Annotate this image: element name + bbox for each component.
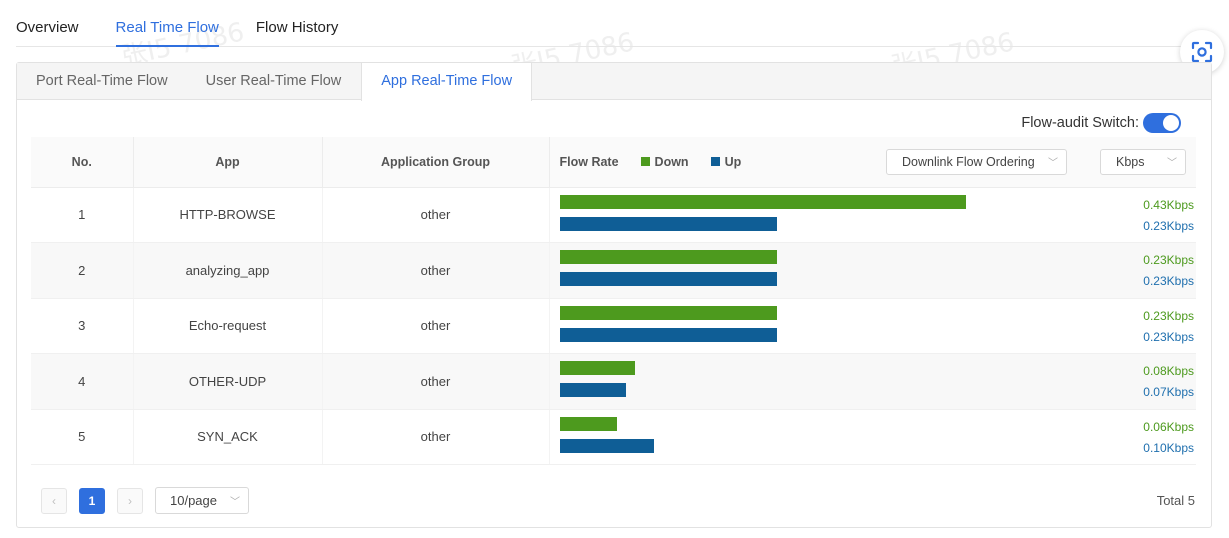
tab-overview[interactable]: Overview — [16, 19, 79, 46]
main-tabs: Overview Real Time Flow Flow History — [16, 0, 1200, 47]
flow-audit-label: Flow-audit Switch: — [1021, 115, 1139, 131]
col-rate-header: Flow Rate Down Up Downlink Flow Ordering — [549, 137, 1196, 188]
down-rate-value: 0.43Kbps — [1143, 197, 1194, 212]
row-app: Echo-request — [133, 298, 323, 354]
row-no: 2 — [31, 242, 134, 299]
ordering-select-value: Downlink Flow Ordering — [902, 154, 1035, 169]
row-group: other — [322, 242, 550, 299]
row-app: analyzing_app — [133, 242, 323, 299]
down-rate-value: 0.08Kbps — [1143, 364, 1194, 378]
tab-flow-history[interactable]: Flow History — [256, 19, 339, 46]
row-flow-rate: 0.06Kbps 0.10Kbps — [549, 409, 1196, 465]
up-rate-value: 0.07Kbps — [1143, 385, 1194, 399]
legend-down-swatch — [640, 157, 650, 167]
legend-down-label: Down — [654, 154, 689, 169]
up-rate-value: 0.23Kbps — [1143, 274, 1194, 288]
tab-real-time-flow[interactable]: Real Time Flow — [115, 19, 220, 47]
table-row: 4 OTHER-UDP other 0.08Kbps 0.07Kbps — [31, 353, 1196, 410]
down-bar — [559, 194, 966, 209]
up-bar — [559, 383, 626, 397]
table-row: 5 SYN_ACK other 0.06Kbps 0.10Kbps — [31, 409, 1196, 465]
total-count: Total 5 — [1156, 493, 1195, 508]
down-bar — [559, 416, 617, 431]
row-app: SYN_ACK — [133, 409, 323, 465]
down-rate-value: 0.23Kbps — [1143, 253, 1194, 267]
ordering-select[interactable]: Downlink Flow Ordering ﹀ — [886, 148, 1067, 175]
page-1-button[interactable]: 1 — [79, 487, 105, 514]
row-group: other — [322, 409, 550, 465]
row-group: other — [322, 353, 550, 410]
col-no-header: No. — [31, 137, 134, 188]
tab-app-real-time-flow[interactable]: App Real-Time Flow — [361, 63, 533, 101]
row-flow-rate: 0.23Kbps 0.23Kbps — [549, 298, 1196, 354]
app-flow-table: No. App Application Group Flow Rate Down… — [31, 137, 1196, 465]
row-flow-rate: 0.43Kbps 0.23Kbps — [549, 187, 1196, 243]
chevron-down-icon: ﹀ — [1048, 158, 1058, 170]
legend-up-swatch — [710, 157, 720, 167]
row-no: 5 — [31, 409, 134, 465]
legend-down: Down — [640, 154, 689, 169]
flow-audit-toggle[interactable] — [1143, 113, 1181, 133]
up-bar — [559, 272, 777, 286]
table-row: 3 Echo-request other 0.23Kbps 0.23Kbps — [31, 298, 1196, 354]
chevron-down-icon: ﹀ — [230, 497, 240, 508]
tab-user-real-time-flow[interactable]: User Real-Time Flow — [187, 63, 361, 100]
row-group: other — [322, 187, 550, 243]
table-row: 2 analyzing_app other 0.23Kbps 0.23Kbps — [31, 242, 1196, 299]
unit-select-value: Kbps — [1116, 154, 1145, 169]
row-flow-rate: 0.23Kbps 0.23Kbps — [549, 242, 1196, 299]
down-bar — [559, 250, 777, 264]
pagination: ‹ 1 › 10/page ﹀ — [41, 487, 249, 514]
col-group-header: Application Group — [322, 137, 550, 188]
legend-up-label: Up — [724, 154, 742, 169]
up-rate-value: 0.23Kbps — [1143, 218, 1194, 233]
row-no: 4 — [31, 353, 134, 410]
down-rate-value: 0.06Kbps — [1143, 419, 1194, 434]
up-bar — [559, 216, 777, 231]
page-size-value: 10/page — [170, 493, 217, 508]
unit-select[interactable]: Kbps ﹀ — [1100, 148, 1186, 175]
down-bar — [559, 305, 777, 320]
flow-audit-row: Flow-audit Switch: — [1021, 113, 1181, 133]
row-flow-rate: 0.08Kbps 0.07Kbps — [549, 353, 1196, 410]
scan-icon — [1191, 41, 1213, 63]
up-bar — [559, 327, 777, 342]
down-rate-value: 0.23Kbps — [1143, 308, 1194, 323]
down-bar — [559, 361, 635, 375]
chevron-down-icon: ﹀ — [1167, 158, 1177, 170]
table-header-row: No. App Application Group Flow Rate Down… — [31, 137, 1196, 188]
col-app-header: App — [133, 137, 323, 188]
up-bar — [559, 438, 654, 453]
flow-panel: Port Real-Time Flow User Real-Time Flow … — [16, 62, 1212, 528]
up-rate-value: 0.10Kbps — [1143, 440, 1194, 455]
legend-up: Up — [710, 154, 742, 169]
up-rate-value: 0.23Kbps — [1143, 329, 1194, 344]
row-app: OTHER-UDP — [133, 353, 323, 410]
page-size-select[interactable]: 10/page ﹀ — [155, 487, 249, 514]
sub-tabs: Port Real-Time Flow User Real-Time Flow … — [17, 63, 1211, 101]
flow-rate-label: Flow Rate — [559, 154, 619, 169]
next-page-button[interactable]: › — [117, 487, 143, 514]
row-app: HTTP-BROWSE — [133, 187, 323, 243]
row-no: 3 — [31, 298, 134, 354]
table-row: 1 HTTP-BROWSE other 0.43Kbps 0.23Kbps — [31, 187, 1196, 243]
row-no: 1 — [31, 187, 134, 243]
tab-port-real-time-flow[interactable]: Port Real-Time Flow — [17, 63, 187, 100]
row-group: other — [322, 298, 550, 354]
prev-page-button[interactable]: ‹ — [41, 487, 67, 514]
